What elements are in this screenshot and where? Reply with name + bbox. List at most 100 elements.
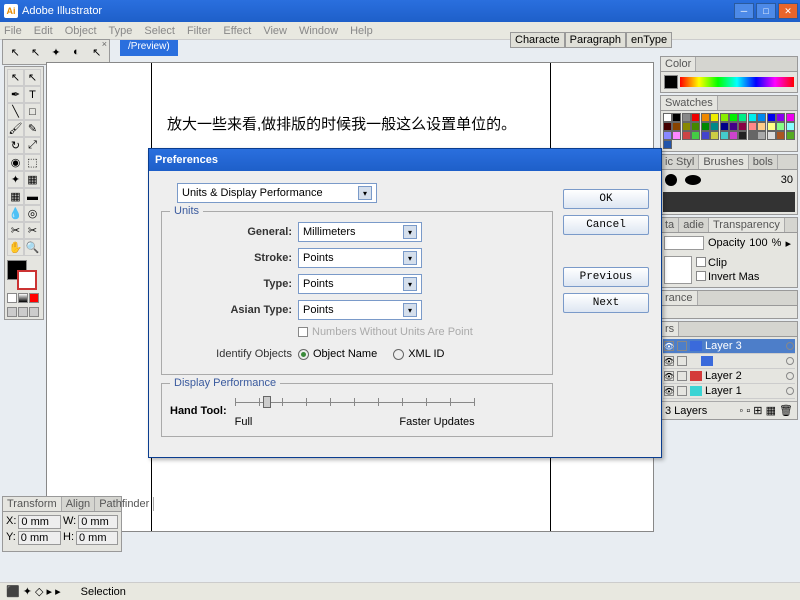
rotate-tool[interactable]: ↻: [7, 137, 24, 154]
brush-round-icon[interactable]: [665, 174, 677, 186]
blend-mode-select[interactable]: [664, 236, 704, 250]
tab-transparency[interactable]: Transparency: [709, 218, 785, 232]
eyedropper-tool[interactable]: 💧: [7, 205, 24, 222]
color-mode-color[interactable]: [29, 293, 39, 303]
align-tab[interactable]: Align: [62, 497, 95, 511]
line-tool[interactable]: ╲: [7, 103, 24, 120]
graph-tool[interactable]: ▦: [24, 171, 41, 188]
visibility-icon[interactable]: 👁: [664, 341, 674, 351]
layer-row[interactable]: 👁Layer 1: [663, 384, 795, 399]
swatch[interactable]: [701, 122, 710, 131]
type-select[interactable]: Points▾: [298, 274, 422, 294]
symbol-tool[interactable]: ✦: [7, 171, 24, 188]
color-fill-well[interactable]: [664, 75, 678, 89]
visibility-icon[interactable]: 👁: [664, 356, 674, 366]
warp-tool[interactable]: ◉: [7, 154, 24, 171]
swatch[interactable]: [691, 113, 700, 122]
w-input[interactable]: 0 mm: [78, 515, 118, 529]
swatch[interactable]: [710, 122, 719, 131]
pathfinder-tab[interactable]: Pathfinder: [95, 497, 154, 511]
swatch[interactable]: [767, 131, 776, 140]
transform-tab[interactable]: Transform: [3, 497, 62, 511]
tab-paragraph[interactable]: Paragraph: [565, 32, 626, 48]
blend-tool[interactable]: ◎: [24, 205, 41, 222]
swatch[interactable]: [720, 113, 729, 122]
layers-tab[interactable]: rs: [661, 322, 679, 336]
color-spectrum[interactable]: [680, 77, 794, 87]
menu-view[interactable]: View: [263, 25, 287, 37]
swatch[interactable]: [710, 113, 719, 122]
scissors-tool[interactable]: ✂: [24, 222, 41, 239]
screen-mode-normal[interactable]: [7, 307, 17, 317]
stroke-select[interactable]: Points▾: [298, 248, 422, 268]
styles-tab[interactable]: ic Styl: [661, 155, 699, 169]
status-icons[interactable]: ⬛ ✦ ◇ ▸ ▸: [6, 585, 61, 598]
lasso-icon[interactable]: ◐: [69, 45, 83, 59]
minimize-button[interactable]: ─: [734, 3, 754, 19]
type-tool[interactable]: T: [24, 86, 41, 103]
stroke-box[interactable]: [17, 270, 37, 290]
swatch[interactable]: [776, 122, 785, 131]
color-mode-none[interactable]: [7, 293, 17, 303]
swatch[interactable]: [748, 131, 757, 140]
mesh-tool[interactable]: ▦: [7, 188, 24, 205]
swatch[interactable]: [776, 131, 785, 140]
object-name-radio[interactable]: [298, 349, 309, 360]
swatch[interactable]: [682, 122, 691, 131]
menu-window[interactable]: Window: [299, 25, 338, 37]
slider-handle[interactable]: [263, 396, 271, 408]
swatch[interactable]: [682, 113, 691, 122]
swatch[interactable]: [786, 113, 795, 122]
x-input[interactable]: 0 mm: [18, 515, 61, 529]
clip-checkbox[interactable]: [696, 257, 706, 267]
swatch[interactable]: [672, 131, 681, 140]
swatch[interactable]: [720, 131, 729, 140]
rect-tool[interactable]: □: [24, 103, 41, 120]
menu-filter[interactable]: Filter: [187, 25, 211, 37]
h-input[interactable]: 0 mm: [76, 531, 118, 545]
swatch[interactable]: [663, 113, 672, 122]
swatch[interactable]: [663, 131, 672, 140]
gradient-tool[interactable]: ▬: [24, 188, 41, 205]
y-input[interactable]: 0 mm: [18, 531, 61, 545]
swatch[interactable]: [757, 113, 766, 122]
selection-tool[interactable]: ↖: [7, 69, 24, 86]
symbols-tab[interactable]: bols: [749, 155, 778, 169]
invert-checkbox[interactable]: [696, 271, 706, 281]
swatch[interactable]: [776, 113, 785, 122]
swatch[interactable]: [738, 122, 747, 131]
target-icon[interactable]: [786, 357, 794, 365]
selection-tool-icon[interactable]: ↖: [8, 45, 22, 59]
cancel-button[interactable]: Cancel: [563, 215, 649, 235]
hand-tool[interactable]: ✋: [7, 239, 24, 256]
color-tab[interactable]: Color: [661, 57, 696, 71]
tab-character[interactable]: Characte: [510, 32, 565, 48]
slice-tool[interactable]: ✂: [7, 222, 24, 239]
layer-row[interactable]: 👁Layer 3: [663, 339, 795, 354]
swatch[interactable]: [672, 113, 681, 122]
target-icon[interactable]: [786, 342, 794, 350]
menu-effect[interactable]: Effect: [223, 25, 251, 37]
layer-row[interactable]: 👁: [663, 354, 795, 369]
scale-tool[interactable]: ⤢: [24, 137, 41, 154]
swatch[interactable]: [767, 122, 776, 131]
swatch[interactable]: [786, 122, 795, 131]
color-mode-gradient[interactable]: [18, 293, 28, 303]
ok-button[interactable]: OK: [563, 189, 649, 209]
chevron-icon[interactable]: ▸: [785, 237, 791, 250]
swatch[interactable]: [757, 122, 766, 131]
visibility-icon[interactable]: 👁: [664, 371, 674, 381]
asian-select[interactable]: Points▾: [298, 300, 422, 320]
swatch[interactable]: [729, 122, 738, 131]
xml-id-radio[interactable]: [393, 349, 404, 360]
swatch[interactable]: [691, 122, 700, 131]
close-button[interactable]: ✕: [778, 3, 798, 19]
swatch[interactable]: [729, 131, 738, 140]
lock-icon[interactable]: [677, 356, 687, 366]
menu-edit[interactable]: Edit: [34, 25, 53, 37]
swatch[interactable]: [710, 131, 719, 140]
swatch[interactable]: [748, 122, 757, 131]
mask-thumb[interactable]: [664, 256, 692, 284]
visibility-icon[interactable]: 👁: [664, 386, 674, 396]
swatch[interactable]: [663, 140, 672, 149]
